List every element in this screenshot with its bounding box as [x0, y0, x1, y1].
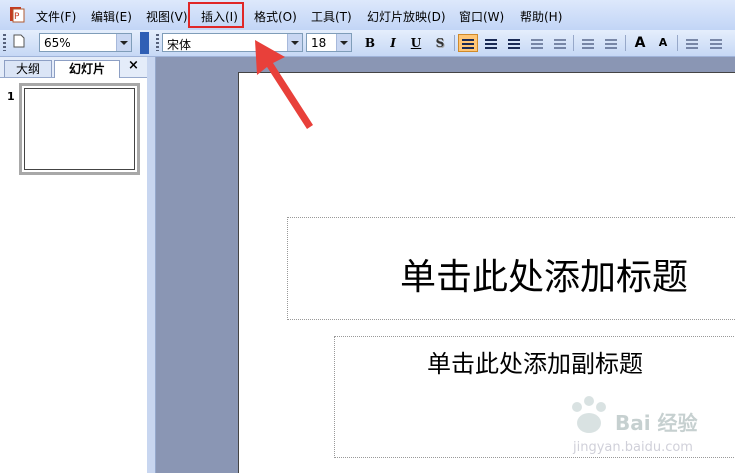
align-center-icon — [485, 38, 497, 49]
align-left-icon — [462, 38, 474, 49]
numbering-button[interactable] — [578, 34, 598, 52]
justify-icon — [531, 38, 543, 49]
slide-thumbnail[interactable] — [19, 83, 140, 175]
menu-edit[interactable]: 编辑(E) — [91, 8, 132, 25]
font-value: 宋体 — [167, 38, 192, 52]
menu-tools[interactable]: 工具(T) — [311, 8, 352, 25]
watermark-text: Bai 经验 — [615, 411, 698, 435]
decrease-indent-button[interactable] — [682, 34, 702, 52]
italic-button[interactable]: I — [383, 34, 403, 52]
slide-thumbnail-frame — [24, 88, 135, 170]
pane-splitter[interactable] — [147, 57, 156, 473]
align-right-button[interactable] — [504, 34, 524, 52]
increase-indent-button[interactable] — [706, 34, 726, 52]
insert-menu-highlight — [188, 2, 244, 28]
bullet-list-icon — [605, 38, 617, 49]
justify-button[interactable] — [527, 34, 547, 52]
svg-text:P: P — [14, 12, 20, 22]
tab-slides[interactable]: 幻灯片 — [54, 60, 120, 78]
underline-button[interactable]: U — [406, 34, 426, 52]
paw-icon — [572, 396, 606, 433]
chevron-down-icon[interactable] — [336, 34, 351, 51]
subtitle-placeholder-text: 单击此处添加副标题 — [427, 350, 643, 378]
menu-format[interactable]: 格式(O) — [254, 8, 297, 25]
app-icon[interactable]: P — [10, 6, 26, 23]
title-placeholder-text: 单击此处添加标题 — [400, 257, 689, 298]
zoom-select[interactable]: 65% — [39, 33, 132, 52]
close-icon[interactable]: × — [128, 58, 139, 73]
numbered-list-icon — [582, 38, 594, 49]
toolbar-grip[interactable] — [3, 34, 6, 51]
tab-outline[interactable]: 大纲 — [4, 60, 52, 77]
watermark-logo: Bai 经验 jingyan.baidu.com — [555, 385, 730, 465]
align-right-icon — [508, 38, 520, 49]
distribute-icon — [554, 38, 566, 49]
menu-view[interactable]: 视图(V) — [146, 8, 188, 25]
pane-tabs: 大纲 幻灯片 × — [0, 57, 147, 78]
toolbar-separator — [454, 35, 455, 51]
menu-bar: P 文件(F) 编辑(E) 视图(V) 插入(I) 格式(O) 工具(T) 幻灯… — [0, 0, 735, 31]
decrease-indent-icon — [686, 38, 698, 49]
new-doc-icon[interactable] — [9, 34, 29, 52]
slides-pane: 大纲 幻灯片 × 1 — [0, 57, 148, 473]
zoom-value: 65% — [44, 36, 71, 50]
align-center-button[interactable] — [481, 34, 501, 52]
shadow-button[interactable]: S — [430, 34, 450, 52]
toolbar-overflow-icon[interactable] — [140, 32, 149, 54]
title-placeholder[interactable]: 单击此处添加标题 — [287, 217, 735, 320]
menu-file[interactable]: 文件(F) — [36, 8, 76, 25]
shrink-font-button[interactable]: A — [653, 34, 673, 52]
toolbar-separator — [625, 35, 626, 51]
toolbar-separator — [573, 35, 574, 51]
slide-number: 1 — [7, 90, 15, 103]
align-left-button[interactable] — [458, 34, 478, 52]
menu-help[interactable]: 帮助(H) — [520, 8, 562, 25]
toolbar-separator — [677, 35, 678, 51]
annotation-arrow-icon — [255, 40, 313, 129]
bullets-button[interactable] — [601, 34, 621, 52]
menu-slideshow[interactable]: 幻灯片放映(D) — [367, 8, 446, 25]
increase-indent-icon — [710, 38, 722, 49]
toolbar-grip[interactable] — [156, 34, 159, 51]
chevron-down-icon[interactable] — [116, 34, 131, 51]
grow-font-button[interactable]: A — [630, 34, 650, 52]
bold-button[interactable]: B — [360, 34, 380, 52]
formatting-toolbar: 65% 宋体 18 B I U S A A — [0, 30, 735, 57]
watermark-url: jingyan.baidu.com — [573, 440, 693, 455]
distribute-button[interactable] — [550, 34, 570, 52]
menu-window[interactable]: 窗口(W) — [459, 8, 504, 25]
